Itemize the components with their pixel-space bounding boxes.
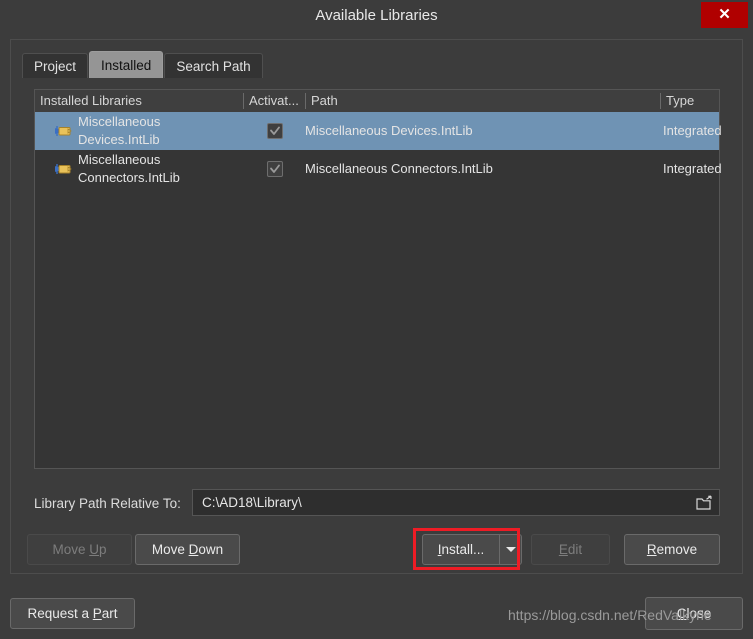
move-up-button[interactable]: Move Up [27,534,132,565]
tab-installed[interactable]: Installed [89,51,164,78]
column-header-installed-libraries[interactable]: Installed Libraries [35,90,243,112]
activated-checkbox[interactable] [267,123,283,139]
folder-browse-icon[interactable] [695,494,713,512]
activated-checkbox[interactable] [267,161,283,177]
edit-button[interactable]: Edit [531,534,610,565]
close-icon: ✕ [718,6,731,23]
installed-libraries-list: Installed Libraries Activat... Path Type [34,89,722,469]
available-libraries-dialog: Available Libraries ✕ Project Installed … [0,0,753,639]
library-icon [55,162,72,176]
column-header-activated[interactable]: Activat... [244,90,305,112]
table-header: Installed Libraries Activat... Path Type [35,90,719,113]
library-icon [55,124,72,138]
library-type: Integrated [663,161,722,176]
table-row[interactable]: Miscellaneous Connectors.IntLib Miscella… [35,150,722,188]
library-path: Miscellaneous Devices.IntLib [305,123,473,138]
chevron-down-icon [505,547,516,552]
library-name: Miscellaneous Devices.IntLib [78,114,161,147]
window-close-button[interactable]: ✕ [701,2,748,28]
library-path-value: C:\AD18\Library\ [202,495,302,510]
move-down-button[interactable]: Move Down [135,534,240,565]
library-path-input[interactable]: C:\AD18\Library\ [192,489,720,516]
library-name: Miscellaneous Connectors.IntLib [78,152,180,185]
install-button[interactable]: Install... [422,534,500,565]
library-type: Integrated [663,123,722,138]
library-path-label: Library Path Relative To: [34,496,181,511]
library-path: Miscellaneous Connectors.IntLib [305,161,493,176]
request-a-part-button[interactable]: Request a Part [10,598,135,629]
install-dropdown-button[interactable] [499,534,522,565]
close-button[interactable]: Close [645,597,743,630]
remove-button[interactable]: Remove [624,534,720,565]
table-row[interactable]: Miscellaneous Devices.IntLib Miscellaneo… [35,112,722,150]
table-body: Miscellaneous Devices.IntLib Miscellaneo… [35,112,722,188]
column-header-type[interactable]: Type [661,90,719,112]
title-bar: Available Libraries ✕ [0,0,753,32]
tab-project[interactable]: Project [22,53,89,78]
tab-strip: Project Installed Search Path [22,51,264,78]
column-header-path[interactable]: Path [306,90,660,112]
tab-search-path[interactable]: Search Path [164,53,263,78]
dialog-title: Available Libraries [315,7,438,24]
